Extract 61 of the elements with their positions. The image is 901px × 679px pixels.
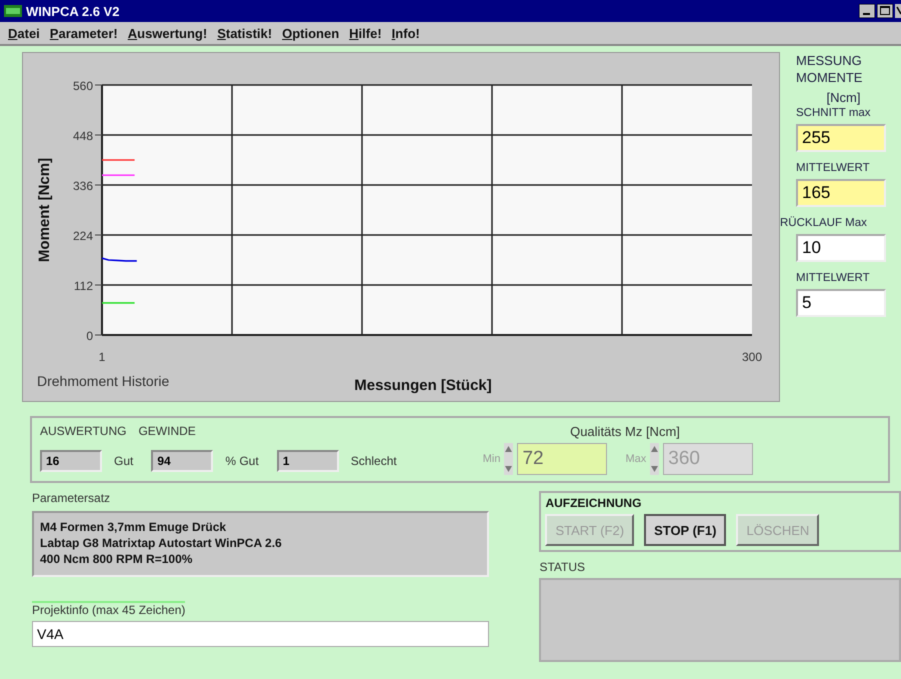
data-line (102, 159, 135, 161)
unit-label: [Ncm] (826, 90, 860, 105)
spinner-icon[interactable] (504, 443, 514, 475)
field-label: Min (482, 453, 500, 465)
value-field[interactable]: 5 (796, 289, 886, 317)
record-button[interactable]: STOP (F1) (644, 514, 726, 546)
menu-item[interactable]: Statistik! (213, 26, 276, 40)
tick-label: 0 (86, 329, 93, 343)
close-icon[interactable] (895, 4, 901, 18)
parameter-line: M4 Formen 3,7mm Emuge Drück (40, 519, 228, 535)
field-label: % Gut (225, 454, 259, 468)
tick-label: 300 (742, 350, 762, 364)
value-field[interactable]: 255 (796, 124, 886, 152)
group-label: GEWINDE (138, 424, 196, 438)
window-title: WINPCA 2.6 V2 (26, 4, 120, 18)
minimize-icon[interactable] (859, 4, 875, 18)
count-field[interactable]: 1 (276, 450, 339, 472)
maximize-icon[interactable] (877, 4, 893, 18)
tick-label: 112 (74, 279, 93, 293)
count-field[interactable]: 16 (40, 450, 102, 472)
data-line (102, 174, 135, 176)
field-label: SCHNITT max (796, 107, 871, 119)
tick-label: 448 (72, 129, 93, 143)
app-icon (4, 5, 22, 17)
menu-item[interactable]: Optionen (278, 26, 344, 40)
field-label: MITTELWERT (796, 162, 870, 174)
value-field[interactable]: 165 (796, 179, 886, 207)
field-label: Gut (114, 454, 134, 468)
axis-title: Moment [Ncm] (36, 158, 53, 262)
quality-title: Qualitäts Mz [Ncm] (570, 424, 680, 439)
field-label: MITTELWERT (796, 272, 870, 284)
tick-label: 336 (72, 179, 93, 193)
tick-label: 1 (98, 350, 106, 364)
field-label: Parametersatz (32, 491, 112, 505)
group-label: AUSWERTUNG (40, 424, 126, 438)
field-label: Max (625, 453, 646, 465)
data-line (102, 302, 135, 304)
tick-label: 224 (72, 229, 93, 243)
panel-heading: MESSUNG (796, 52, 862, 69)
tick-label: 560 (72, 79, 93, 93)
project-info-field[interactable]: V4A (32, 621, 490, 647)
field-label: STATUS (539, 560, 586, 574)
menu-item[interactable]: Hilfe! (345, 26, 386, 40)
menu-item[interactable]: Info! (388, 26, 424, 40)
menu-item[interactable]: Datei (4, 26, 44, 40)
chart-title: Drehmoment Historie (37, 373, 170, 389)
menu-item[interactable]: Parameter! (46, 26, 122, 40)
count-field[interactable]: 94 (151, 450, 214, 472)
menu-item[interactable]: Auswertung! (124, 26, 212, 40)
parameter-line: Labtap G8 Matrixtap Autostart WinPCA 2.6 (40, 535, 283, 551)
panel-heading: MOMENTE (796, 69, 862, 86)
min-field[interactable]: 72 (517, 443, 608, 475)
field-label: Schlecht (350, 454, 397, 468)
axis-title: Messungen [Stück] (354, 377, 492, 394)
value-field[interactable]: 10 (796, 234, 886, 262)
spinner-icon[interactable] (650, 443, 660, 475)
data-line (102, 257, 137, 262)
parameter-line: 400 Ncm 800 RPM R=100% (40, 551, 194, 567)
field-label: RÜCKLAUF Max (780, 217, 867, 229)
field-label: Projektinfo (max 45 Zeichen) (32, 601, 186, 617)
group-label: AUFZEICHNUNG (545, 496, 642, 510)
